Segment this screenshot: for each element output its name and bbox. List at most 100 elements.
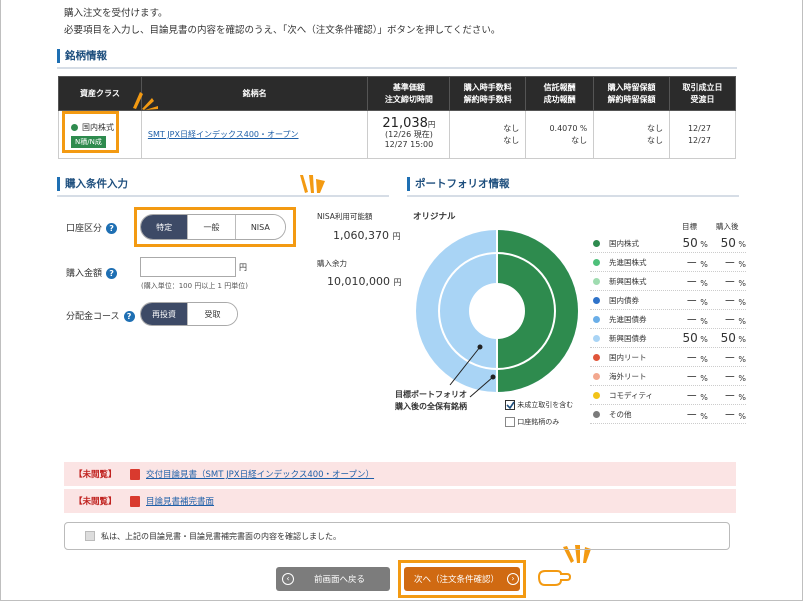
cell-base-price: 21,038円 (12/26 現在) 12/27 15:00 — [367, 110, 451, 159]
legend-target: － % — [685, 350, 708, 365]
pointing-hand-icon — [537, 570, 572, 586]
legend-dot-icon — [593, 258, 600, 266]
chk-account-only-label: 口座銘柄のみ — [517, 418, 560, 426]
cell-fund-name: SMT JPX日経インデックス400・オープン — [140, 110, 369, 159]
base-price-value: 21,038 — [382, 116, 428, 131]
chevron-right-icon: › — [507, 573, 520, 585]
doc-row-prospectus: 【未閲覧】 交付目論見書（SMT JPX日経インデックス400・オープン） — [64, 462, 736, 486]
section-title-brand: 銘柄情報 — [57, 49, 107, 63]
legend-after: － % — [723, 350, 746, 365]
legend-name: 国内リート — [609, 352, 647, 362]
chk-unsettled-row[interactable]: 未成立取引を含む — [505, 400, 573, 410]
legend-name: コモディティ — [609, 390, 654, 400]
legend-row: その他 － % － % — [590, 405, 746, 424]
legend-after: 50 % — [720, 236, 746, 250]
legend-dot-icon — [593, 277, 600, 285]
legend-dot-icon — [593, 353, 600, 361]
prospectus-link[interactable]: 交付目論見書（SMT JPX日経インデックス400・オープン） — [146, 468, 374, 480]
amount-input[interactable] — [140, 257, 236, 277]
legend-after: － % — [723, 369, 746, 384]
intro-line-1: 購入注文を受付けます。 — [64, 8, 168, 19]
trust-unit: % — [580, 123, 588, 133]
intro-line-2: 必要項目を入力し、目論見書の内容を確認のうえ、「次へ（注文条件確認）」ボタンを押… — [64, 25, 501, 36]
legend-row: 海外リート － % － % — [590, 367, 746, 386]
legend-target: － % — [685, 274, 708, 289]
legend-name: 国内株式 — [609, 238, 639, 248]
legend-after: － % — [723, 255, 746, 270]
cell-dates: 12/27 12/27 — [669, 110, 736, 159]
nisa-limit-value: 1,060,370 円 — [333, 229, 401, 242]
legend-row: 先進国債券 － % － % — [590, 310, 746, 329]
legend-target: － % — [685, 312, 708, 327]
th-asset-class: 資産クラス — [58, 76, 142, 111]
amount-unit: 円 — [239, 263, 247, 272]
chk-account-only-row[interactable]: 口座銘柄のみ — [505, 417, 559, 427]
legend-name: 海外リート — [609, 371, 647, 381]
sell-fee: なし — [503, 135, 520, 145]
th-fund-name: 銘柄名 — [140, 76, 369, 111]
dist-course-selector: 再投資 受取 — [140, 302, 238, 326]
back-button[interactable]: ‹ 前画面へ戻る — [276, 567, 390, 591]
help-icon[interactable]: ? — [123, 311, 135, 322]
base-price-unit: 円 — [427, 120, 436, 129]
legend-after: － % — [723, 312, 746, 327]
legend-after: 50 % — [720, 331, 746, 345]
col-after: 購入後 — [716, 222, 739, 231]
dist-option-reinvest[interactable]: 再投資 — [141, 303, 189, 325]
success-fee: なし — [571, 135, 588, 145]
legend-after: － % — [723, 293, 746, 308]
th-dates: 取引成立日 受渡日 — [669, 76, 736, 111]
section-title-portfolio: ポートフォリオ情報 — [407, 177, 510, 191]
amount-label: 購入金額? — [66, 266, 118, 279]
highlight-asset-class — [62, 111, 119, 153]
cell-trust: 0.4070 % なし — [525, 110, 595, 159]
pdf-icon — [130, 468, 140, 480]
confirm-box[interactable]: 私は、上記の目論見書・目論見書補完書面の内容を確認しました。 — [64, 522, 730, 550]
legend-row: 先進国株式 － % － % — [590, 253, 746, 272]
sell-reserve: なし — [647, 135, 663, 145]
checkbox-icon[interactable] — [505, 417, 515, 427]
nisa-limit-label: NISA利用可能額 — [317, 212, 373, 221]
delivery-date: 12/27 — [687, 135, 711, 145]
legend-row: 国内債券 － % － % — [590, 291, 746, 310]
trust-fee: 0.4070 — [549, 123, 578, 133]
col-target: 目標 — [682, 222, 697, 231]
brand-table-row: 国内株式 N積/N成 SMT JPX日経インデックス400・オープン 21,03… — [58, 110, 736, 159]
checkbox-checked-icon[interactable] — [505, 400, 515, 410]
th-base-price: 基準価額 注文締切時間 — [367, 76, 451, 111]
next-button[interactable]: 次へ（注文条件確認） › — [404, 567, 520, 591]
legend-name: 先進国株式 — [609, 257, 647, 267]
supplement-link[interactable]: 目論見書補完書面 — [146, 495, 214, 507]
legend-dot-icon — [593, 391, 600, 399]
legend-name: 国内債券 — [609, 295, 639, 305]
original-label: オリジナル — [413, 212, 456, 222]
section-divider — [57, 195, 389, 197]
confirm-checkbox-icon[interactable] — [85, 531, 95, 541]
capacity-value: 10,010,000 円 — [327, 275, 402, 288]
buy-fee: なし — [503, 123, 520, 133]
legend-name: 新興国株式 — [609, 276, 647, 286]
legend-row: コモディティ － % － % — [590, 386, 746, 405]
legend-target: － % — [685, 407, 708, 422]
trade-date: 12/27 — [687, 123, 711, 133]
help-icon[interactable]: ? — [106, 268, 118, 279]
legend-target: － % — [685, 369, 708, 384]
legend-dot-icon — [593, 315, 600, 323]
legend-target: 50 % — [682, 236, 708, 250]
legend-after: － % — [723, 274, 746, 289]
legend-target: 50 % — [682, 331, 708, 345]
doc-row-supplement: 【未閲覧】 目論見書補完書面 — [64, 489, 736, 513]
help-icon[interactable]: ? — [106, 223, 118, 234]
donut-annotation: 目標ポートフォリオ 購入後の全保有銘柄 — [395, 389, 467, 413]
legend-dot-icon — [593, 296, 600, 304]
legend-target: － % — [685, 293, 708, 308]
price-date: (12/26 現在) — [384, 130, 433, 139]
capacity-label: 購入余力 — [317, 259, 347, 268]
dist-option-receive[interactable]: 受取 — [188, 303, 237, 325]
legend-name: 先進国債券 — [609, 314, 647, 324]
fund-name-link[interactable]: SMT JPX日経インデックス400・オープン — [148, 130, 299, 139]
unread-label: 【未閲覧】 — [74, 497, 117, 507]
legend-dot-icon — [593, 372, 600, 380]
legend-row: 国内リート － % － % — [590, 348, 746, 367]
legend-row: 国内株式 50 % 50 % — [590, 234, 746, 253]
